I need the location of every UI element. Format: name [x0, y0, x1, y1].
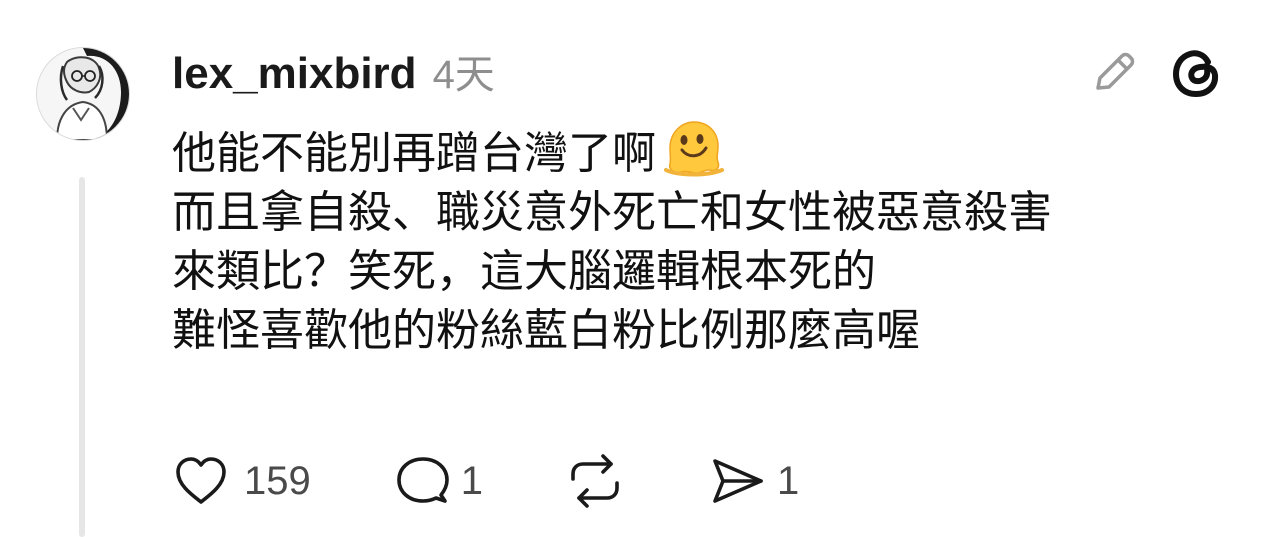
- comment-icon: [396, 457, 449, 503]
- thread-connector-line: [79, 177, 85, 537]
- action-bar: 159 1 1: [172, 452, 799, 510]
- heart-icon: [176, 457, 226, 504]
- username[interactable]: lex_mixbird: [172, 49, 417, 99]
- share-button[interactable]: 1: [709, 453, 799, 509]
- reply-button[interactable]: 1: [395, 453, 483, 509]
- repost-icon: [571, 454, 619, 508]
- post-line-3: 來類比？笑死，這大腦邏輯根本死的: [172, 246, 876, 297]
- share-count: 1: [777, 458, 800, 503]
- avatar-illustration: [37, 48, 129, 140]
- post-line-1-text: 他能不能別再蹭台灣了啊: [172, 128, 656, 179]
- edit-icon[interactable]: [1088, 46, 1140, 98]
- reply-count: 1: [460, 458, 483, 503]
- post-line-4: 難怪喜歡他的粉絲藍白粉比例那麼高喔: [172, 305, 920, 356]
- like-button[interactable]: 159: [172, 452, 311, 510]
- post-header: lex_mixbird 4天: [172, 42, 495, 102]
- like-count: 159: [244, 458, 311, 503]
- repost-button[interactable]: [565, 452, 625, 510]
- timestamp: 4天: [432, 53, 495, 97]
- post-line-1: 他能不能別再蹭台灣了啊: [172, 118, 1252, 183]
- share-icon: [713, 459, 763, 503]
- post-line-2: 而且拿自殺、職災意外死亡和女性被惡意殺害: [172, 187, 1052, 238]
- melting-face-emoji-icon: [662, 118, 724, 178]
- post-body: 他能不能別再蹭台灣了啊 而且拿自殺、職災意外死亡和女性被惡意殺害 來類比？笑死，…: [172, 118, 1252, 360]
- avatar[interactable]: [36, 47, 130, 141]
- threads-logo-icon[interactable]: [1168, 44, 1226, 102]
